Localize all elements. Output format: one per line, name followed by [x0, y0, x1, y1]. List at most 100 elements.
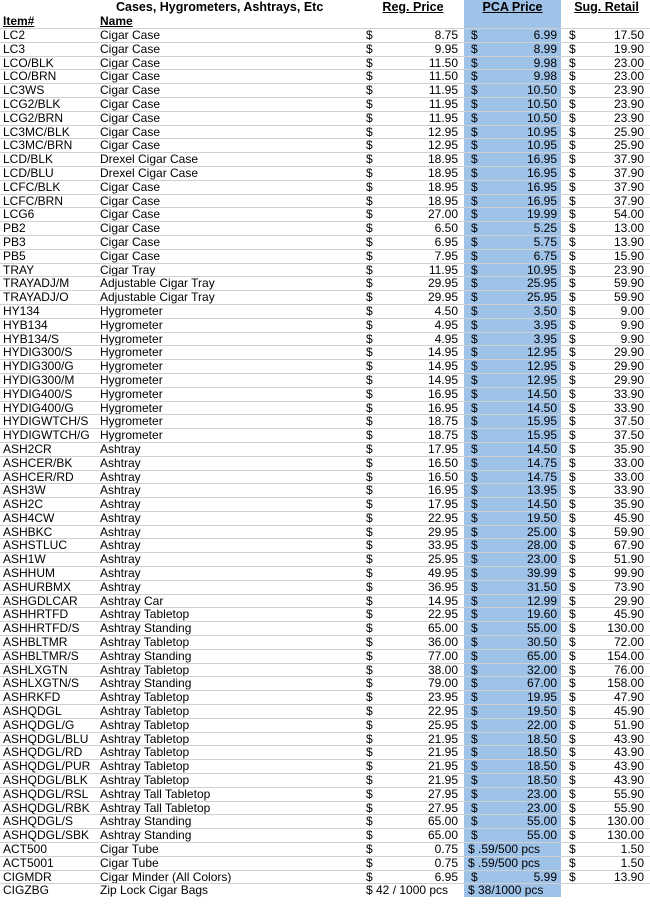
- pca-price: 13.95: [526, 483, 557, 498]
- sug-currency: $: [569, 676, 576, 691]
- pca-price-text: $ .59/500 pcs: [468, 855, 541, 870]
- table-row: PB5 Cigar Case $7.95 $6.75 $15.90: [0, 248, 650, 263]
- reg-currency: $: [366, 483, 373, 498]
- table-row: LCD/BLU Drexel Cigar Case $18.95 $16.95 $37.…: [0, 165, 650, 180]
- reg-price: 14.95: [427, 359, 458, 374]
- sug-retail: 13.00: [613, 221, 644, 236]
- reg-currency: $: [366, 510, 373, 525]
- pca-currency: $: [471, 234, 478, 249]
- reg-price: 65.00: [427, 828, 458, 843]
- sug-currency: $: [569, 814, 576, 829]
- sug-currency: $: [569, 538, 576, 553]
- pca-price: 25.95: [526, 276, 557, 291]
- sug-retail: 35.90: [613, 497, 644, 512]
- reg-currency: $: [366, 303, 373, 318]
- pca-currency: $: [471, 165, 478, 180]
- item-name: Cigar Case: [100, 28, 161, 42]
- sug-retail: 130.00: [607, 814, 644, 829]
- table-row: LCD/BLK Drexel Cigar Case $18.95 $16.95 $37.…: [0, 152, 650, 166]
- sug-currency: $: [569, 828, 576, 843]
- pca-currency: $: [471, 138, 478, 153]
- sug-currency: $: [569, 124, 576, 139]
- pca-currency: $: [471, 193, 478, 208]
- reg-currency: $: [366, 124, 373, 139]
- sug-currency: $: [569, 524, 576, 539]
- table-row: HYDIG400/S Hygrometer $16.95 $14.50 $33.90: [0, 386, 650, 401]
- reg-price: 25.95: [427, 552, 458, 567]
- sug-retail: 43.90: [613, 745, 644, 760]
- pca-price: 6.99: [533, 28, 557, 42]
- reg-currency: $: [366, 455, 373, 470]
- table-row: ASHQDGL/BLU Ashtray Tabletop $21.95 $18.50 $…: [0, 731, 650, 746]
- table-row: TRAYADJ/O Adjustable Cigar Tray $29.95 $25.…: [0, 290, 650, 304]
- table-row: LCFC/BLK Cigar Case $18.95 $16.95 $37.90: [0, 179, 650, 194]
- item-name: Ashtray: [100, 524, 141, 539]
- reg-currency: $: [366, 110, 373, 125]
- pca-price: 18.50: [526, 773, 557, 788]
- pca-price: 10.95: [526, 138, 557, 153]
- pca-price: 8.99: [533, 41, 557, 56]
- item-number: LCO/BRN: [3, 69, 57, 84]
- item-name: Ashtray Tabletop: [100, 731, 190, 746]
- reg-currency: $: [366, 55, 373, 70]
- item-name: Ashtray Standing: [100, 648, 192, 663]
- table-row: ASHQDGL/SBK Ashtray Standing $65.00 $55.00 $…: [0, 828, 650, 843]
- reg-price: 7.95: [434, 248, 458, 263]
- item-number: ASHQDGL/S: [3, 814, 74, 829]
- table-row: TRAY Cigar Tray $11.95 $10.95 $23.90: [0, 262, 650, 277]
- sheet-title: Cases, Hygrometers, Ashtrays, Etc: [116, 0, 324, 14]
- item-name: Ashtray Tabletop: [100, 773, 190, 788]
- pca-currency: $: [471, 524, 478, 539]
- reg-currency: $: [366, 786, 373, 801]
- sug-currency: $: [569, 234, 576, 249]
- item-number: ASHQDGL/RBK: [3, 800, 90, 815]
- sug-retail: 43.90: [613, 759, 644, 774]
- reg-currency: $: [366, 428, 373, 443]
- item-number: ASHLXGTN/S: [3, 676, 80, 691]
- sug-currency: $: [569, 690, 576, 705]
- item-number: PB3: [3, 234, 26, 249]
- item-number: LCO/BLK: [3, 55, 54, 70]
- item-name: Ashtray: [100, 497, 141, 512]
- pca-currency: $: [471, 773, 478, 788]
- item-number: PB2: [3, 221, 26, 236]
- reg-currency: $: [366, 96, 373, 111]
- reg-price: 16.95: [427, 483, 458, 498]
- pca-currency: $: [471, 635, 478, 650]
- reg-price: 11.95: [428, 83, 458, 98]
- table-row: ASHLXGTN/S Ashtray Standing $79.00 $67.00 $1…: [0, 676, 650, 691]
- table-row: ASHQDGL/G Ashtray Tabletop $25.95 $22.00 $51…: [0, 717, 650, 732]
- sug-currency: $: [569, 331, 576, 346]
- pca-price: 19.60: [526, 607, 557, 622]
- table-row: PB3 Cigar Case $6.95 $5.75 $13.90: [0, 234, 650, 249]
- item-number: ASHBLTMR/S: [3, 648, 79, 663]
- pca-currency: $: [471, 414, 478, 429]
- item-name: Cigar Case: [100, 248, 161, 263]
- item-name: Ashtray Tabletop: [100, 717, 190, 732]
- pca-currency: $: [471, 96, 478, 111]
- pca-price: 19.99: [526, 207, 557, 222]
- table-row: ASHURBMX Ashtray $36.95 $31.50 $73.90: [0, 579, 650, 594]
- table-row: CIGMDR Cigar Minder (All Colors) $6.95 $5.9…: [0, 869, 650, 884]
- sug-currency: $: [569, 28, 576, 42]
- item-number: HYDIG400/G: [3, 400, 74, 415]
- item-number: ASH2CR: [3, 441, 52, 456]
- pca-price: 55.00: [526, 621, 557, 636]
- item-name: Adjustable Cigar Tray: [100, 290, 215, 305]
- sug-retail: 13.90: [613, 234, 644, 249]
- reg-price-header: Reg. Price: [382, 0, 444, 14]
- reg-currency: $: [366, 386, 373, 401]
- sug-currency: $: [569, 165, 576, 180]
- sug-currency: $: [569, 276, 576, 291]
- reg-currency: $: [366, 828, 373, 843]
- sug-currency: $: [569, 221, 576, 236]
- reg-price: 27.95: [427, 786, 458, 801]
- table-row: LCG6 Cigar Case $27.00 $19.99 $54.00: [0, 207, 650, 222]
- item-number: ASHQDGL/RD: [3, 745, 83, 760]
- table-row: ASHHRTFD Ashtray Tabletop $22.95 $19.60 $45.…: [0, 607, 650, 622]
- item-number: HYDIG300/M: [3, 372, 75, 387]
- sug-currency: $: [569, 566, 576, 581]
- pca-currency: $: [471, 786, 478, 801]
- reg-currency: $: [366, 138, 373, 153]
- item-number: LCFC/BLK: [3, 179, 61, 194]
